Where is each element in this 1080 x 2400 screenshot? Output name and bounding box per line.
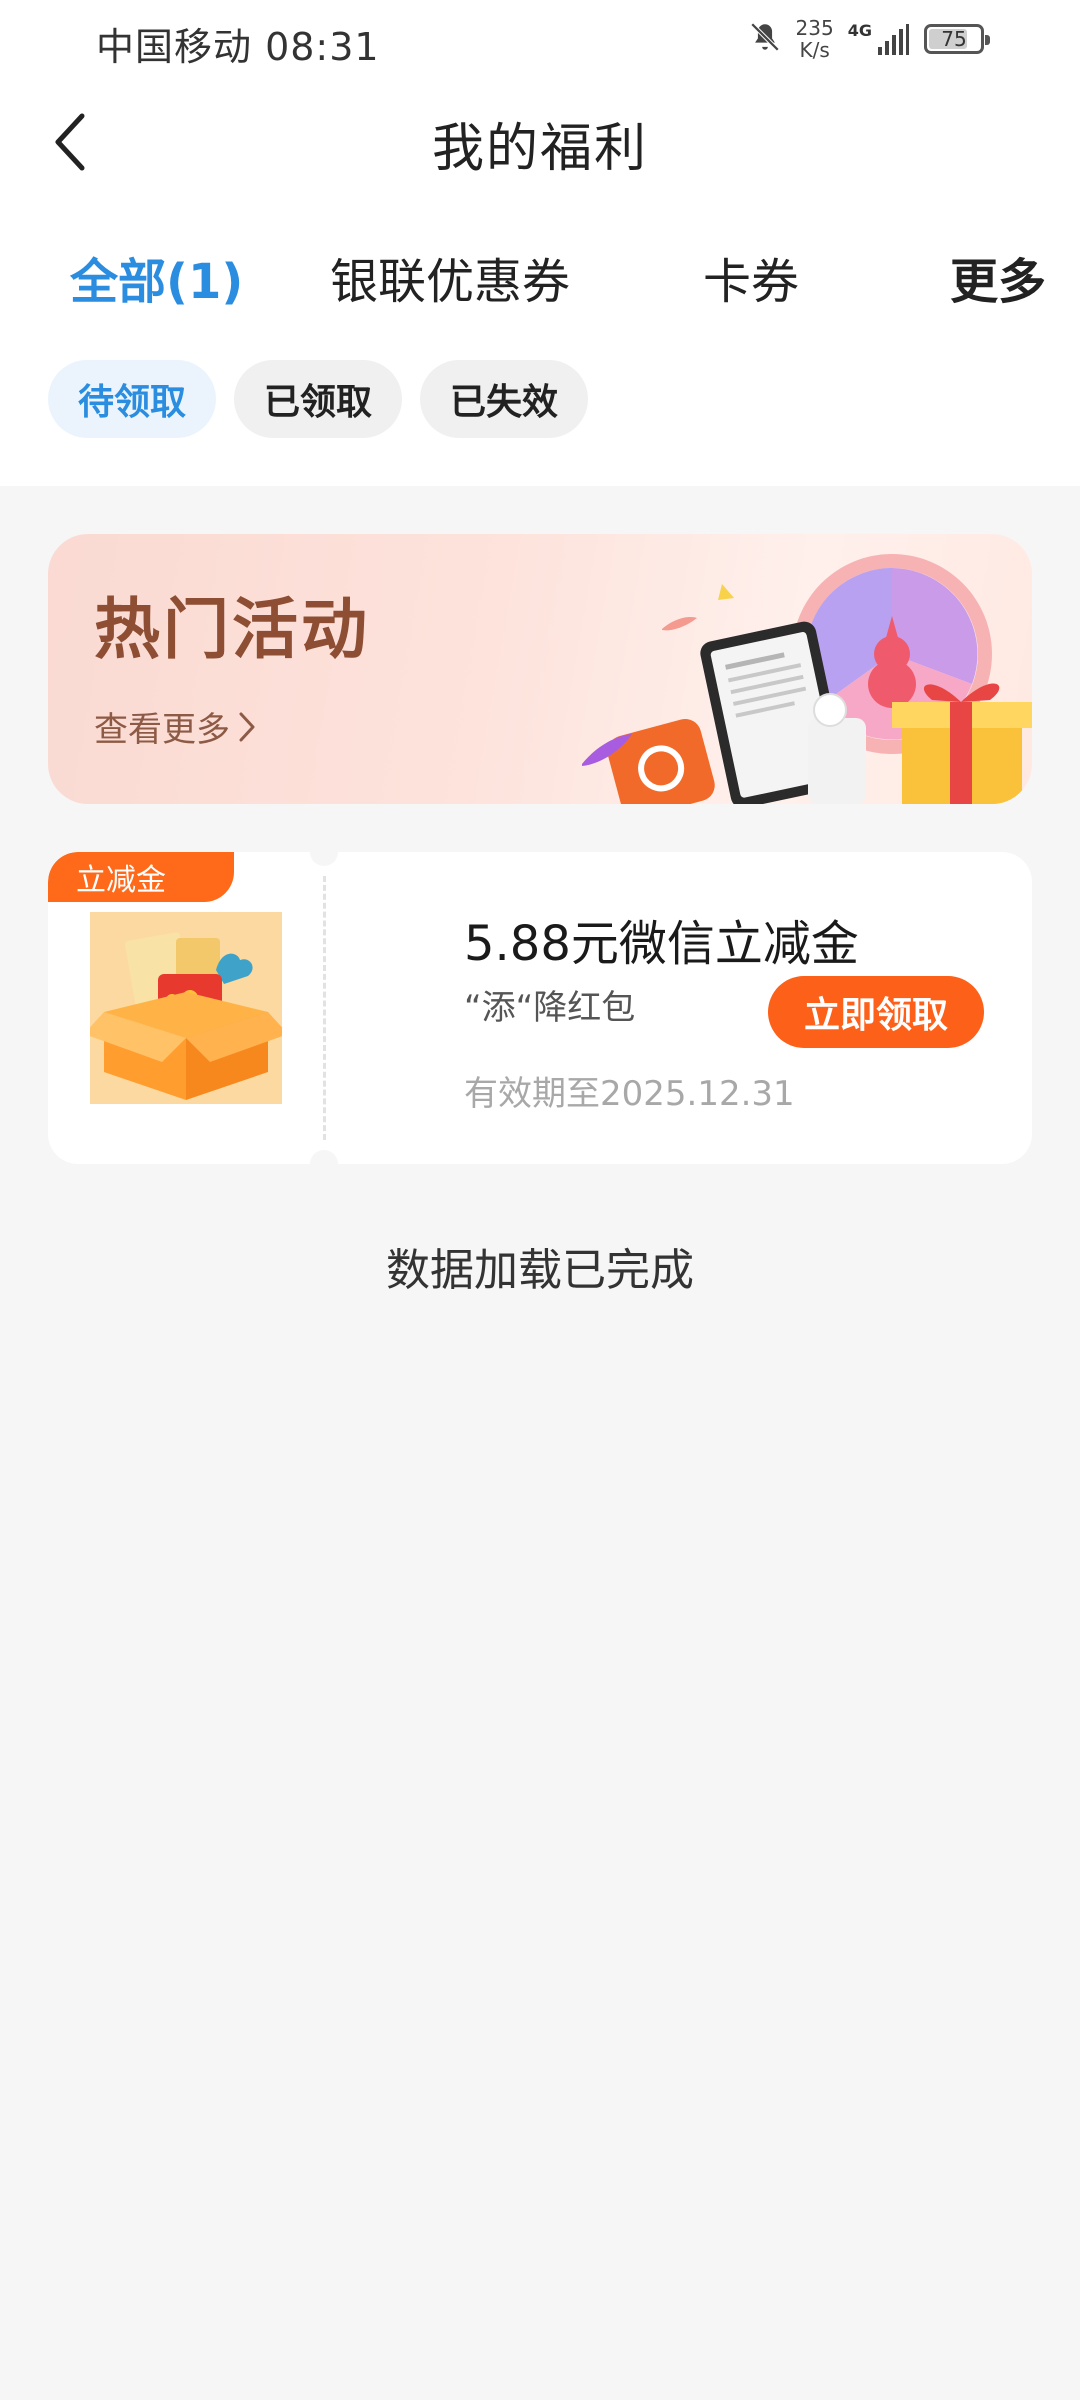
hot-activity-banner[interactable]: 热门活动 查看更多	[48, 534, 1032, 804]
coupon-expiry: 有效期至2025.12.31	[464, 1074, 795, 1114]
network-speed-unit: K/s	[799, 38, 830, 62]
tab-cards[interactable]: 卡券	[703, 242, 799, 312]
status-filters: 待领取 已领取 已失效	[48, 360, 589, 438]
coupon-divider	[323, 876, 326, 1140]
battery-level: 75	[941, 27, 967, 51]
load-status: 数据加载已完成	[386, 1245, 694, 1296]
coupon-subtitle: “添“降红包	[464, 988, 636, 1028]
category-tabs: 全部(1) 银联优惠券 卡券 更多	[0, 242, 1080, 312]
nav-bar: 我的福利	[0, 96, 1080, 186]
coupon-image-panel: 立减金	[48, 852, 324, 1164]
coupon-card[interactable]: 立减金 5.88元微信立减金 “添“降红包 有效期至2025.12.31 立即领…	[48, 838, 1032, 1178]
signal-indicator: 4G	[848, 21, 910, 57]
filter-pending[interactable]: 待领取	[48, 360, 217, 438]
banner-more-label: 查看更多	[94, 710, 230, 750]
coupon-notch-top	[310, 838, 338, 866]
network-type: 4G	[847, 21, 872, 40]
gift-box-image	[90, 912, 282, 1104]
tab-more[interactable]: 更多	[950, 242, 1046, 312]
coupon-notch-bottom	[310, 1150, 338, 1178]
carrier-time: 中国移动 08:31	[96, 25, 380, 69]
chevron-right-icon	[239, 712, 255, 741]
battery-icon: 75	[924, 24, 990, 54]
tab-all[interactable]: 全部(1)	[70, 242, 243, 312]
coupon-type-badge: 立减金	[48, 852, 234, 902]
page-title: 我的福利	[431, 119, 648, 179]
bell-muted-icon	[748, 20, 782, 58]
status-icons: 235 K/s 4G 75	[748, 14, 990, 64]
banner-title: 热门活动	[94, 591, 370, 668]
filter-expired[interactable]: 已失效	[420, 360, 589, 438]
coupon-info-panel: 5.88元微信立减金 “添“降红包 有效期至2025.12.31 立即领取	[324, 852, 1032, 1164]
network-speed-value: 235	[795, 16, 834, 40]
claim-now-button[interactable]: 立即领取	[768, 976, 984, 1048]
prize-illustration	[582, 554, 1032, 804]
status-bar: 中国移动 08:31 235 K/s 4G 75	[0, 0, 1080, 80]
network-speed: 235 K/s	[796, 17, 834, 61]
banner-more-link[interactable]: 查看更多	[94, 702, 256, 751]
filter-claimed[interactable]: 已领取	[234, 360, 403, 438]
signal-bars-icon	[878, 24, 909, 55]
tab-unionpay-coupons[interactable]: 银联优惠券	[330, 242, 570, 312]
coupon-title: 5.88元微信立减金	[464, 916, 859, 972]
